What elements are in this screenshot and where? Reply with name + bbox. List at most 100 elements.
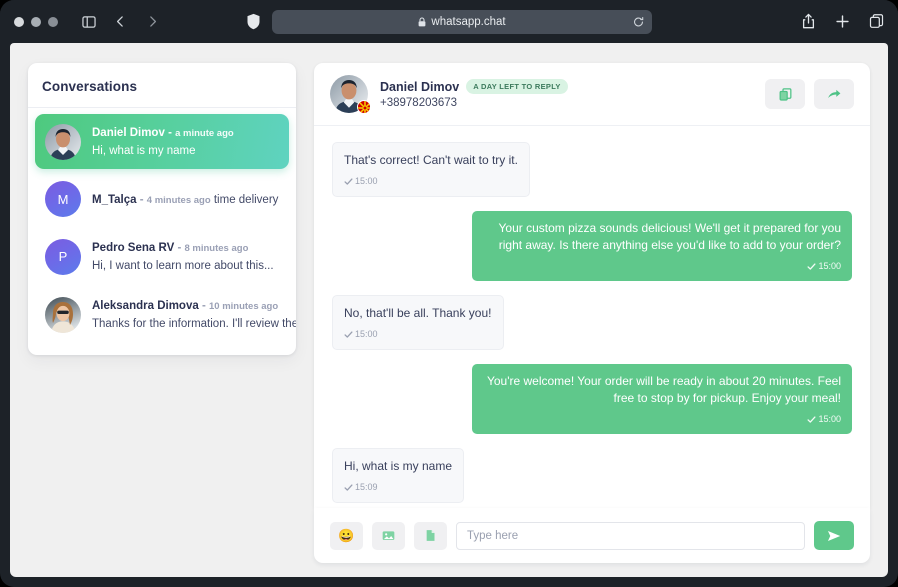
status-badge: A DAY LEFT TO REPLY [466,79,568,94]
share-icon[interactable] [800,13,816,31]
contact-name: Daniel Dimov [380,80,459,94]
conversation-name: Pedro Sena RV [92,242,174,254]
tabs-overview-icon[interactable] [868,13,884,31]
check-icon [344,330,353,339]
conversation-name: Aleksandra Dimova [92,300,199,312]
plus-icon[interactable] [834,13,850,31]
message-text: No, that'll be all. Thank you! [344,306,492,320]
message-meta: 15:00 [483,258,841,275]
check-icon [807,415,816,424]
emoji-button[interactable]: 😀 [330,522,363,550]
message-meta: 15:09 [344,479,452,496]
conversations-panel: Conversations [28,63,296,355]
conversation-time: 10 minutes ago [209,301,278,312]
message-bubble-incoming: Hi, what is my name 15:09 [332,448,464,503]
conversation-name: M_Talça [92,194,137,206]
conversation-item-daniel-dimov[interactable]: Daniel Dimov - a minute ago Hi, what is … [35,114,289,169]
contact-phone: +38978203673 [380,97,568,109]
conversations-title: Conversations [28,63,296,108]
maximize-window-button[interactable] [48,17,58,27]
document-icon [423,528,438,543]
message-time: 15:00 [355,326,378,343]
copy-button[interactable] [765,79,805,109]
message-input[interactable] [456,522,805,550]
back-chevron-icon[interactable] [112,13,129,30]
send-button[interactable] [814,521,854,550]
conversation-text: Daniel Dimov - a minute ago Hi, what is … [92,123,279,160]
image-button[interactable] [372,522,405,550]
macedonia-flag-icon [357,100,371,114]
avatar-initial: M [58,192,69,207]
forward-chevron-icon[interactable] [144,13,161,30]
message-bubble-incoming: That's correct! Can't wait to try it. 15… [332,142,530,197]
message-row: Hi, what is my name 15:09 [332,448,852,503]
message-row: You're welcome! Your order will be ready… [332,364,852,434]
separator: - [177,242,181,254]
header-actions [765,79,854,109]
url-text: whatsapp.chat [431,16,505,28]
check-icon [807,262,816,271]
chat-card: Daniel Dimov A DAY LEFT TO REPLY +389782… [314,63,870,508]
message-row: That's correct! Can't wait to try it. 15… [332,142,852,197]
window-controls[interactable] [14,17,58,27]
message-meta: 15:00 [483,411,841,428]
conversation-time: 4 minutes ago [147,195,211,206]
conversation-time: 8 minutes ago [185,243,249,254]
message-text: That's correct! Can't wait to try it. [344,153,518,167]
conversation-preview: Thanks for the information. I'll review … [92,318,296,330]
conversation-preview: Hi, what is my name [92,145,196,157]
page-viewport: Conversations [10,43,888,577]
contact-info: Daniel Dimov A DAY LEFT TO REPLY +389782… [380,79,568,109]
forward-button[interactable] [814,79,854,109]
message-row: Your custom pizza sounds delicious! We'l… [332,211,852,281]
conversation-preview: time delivery [214,194,279,206]
avatar-initial: P [59,249,68,264]
message-text: You're welcome! Your order will be ready… [487,374,841,405]
contact-avatar [330,75,368,113]
browser-window: whatsapp.chat [0,0,898,587]
url-bar[interactable]: whatsapp.chat [272,10,652,34]
avatar [45,124,81,160]
conversation-item-m-talca[interactable]: M M_Talça - 4 minutes ago time delivery [35,172,289,226]
conversation-name: Daniel Dimov [92,127,165,139]
conversation-text: M_Talça - 4 minutes ago time delivery [92,190,279,209]
conversation-text: Pedro Sena RV - 8 minutes ago Hi, I want… [92,238,279,275]
message-meta: 15:00 [344,173,518,190]
conversation-item-pedro-sena-rv[interactable]: P Pedro Sena RV - 8 minutes ago Hi, I wa… [35,229,289,284]
message-bubble-outgoing: Your custom pizza sounds delicious! We'l… [472,211,852,281]
separator: - [168,127,172,139]
send-icon [826,528,842,544]
message-time: 15:09 [355,479,378,496]
avatar-photo-female [45,297,81,333]
document-button[interactable] [414,522,447,550]
message-time: 15:00 [355,173,378,190]
chat-panel: Daniel Dimov A DAY LEFT TO REPLY +389782… [314,63,870,577]
message-time: 15:00 [818,258,841,275]
chat-header: Daniel Dimov A DAY LEFT TO REPLY +389782… [314,63,870,126]
avatar [45,297,81,333]
image-icon [381,528,396,543]
lock-icon [418,17,426,27]
avatar: M [45,181,81,217]
reload-icon[interactable] [633,16,644,27]
message-bubble-outgoing: You're welcome! Your order will be ready… [472,364,852,434]
conversation-time: a minute ago [175,128,234,139]
separator: - [202,300,206,312]
check-icon [344,177,353,186]
message-bubble-incoming: No, that'll be all. Thank you! 15:00 [332,295,504,350]
conversation-preview: Hi, I want to learn more about this... [92,260,274,272]
conversation-item-aleksandra-dimova[interactable]: Aleksandra Dimova - 10 minutes ago Thank… [35,287,289,342]
message-text: Hi, what is my name [344,459,452,473]
message-row: No, that'll be all. Thank you! 15:00 [332,295,852,350]
message-text: Your custom pizza sounds delicious! We'l… [499,221,841,252]
message-meta: 15:00 [344,326,492,343]
separator: - [140,194,144,206]
close-window-button[interactable] [14,17,24,27]
minimize-window-button[interactable] [31,17,41,27]
message-composer: 😀 [314,508,870,563]
shield-privacy-icon[interactable] [246,13,262,31]
conversation-text: Aleksandra Dimova - 10 minutes ago Thank… [92,296,279,333]
message-list: That's correct! Can't wait to try it. 15… [314,126,870,508]
browser-toolbar: whatsapp.chat [0,0,898,43]
sidebar-toggle-icon[interactable] [80,13,97,30]
